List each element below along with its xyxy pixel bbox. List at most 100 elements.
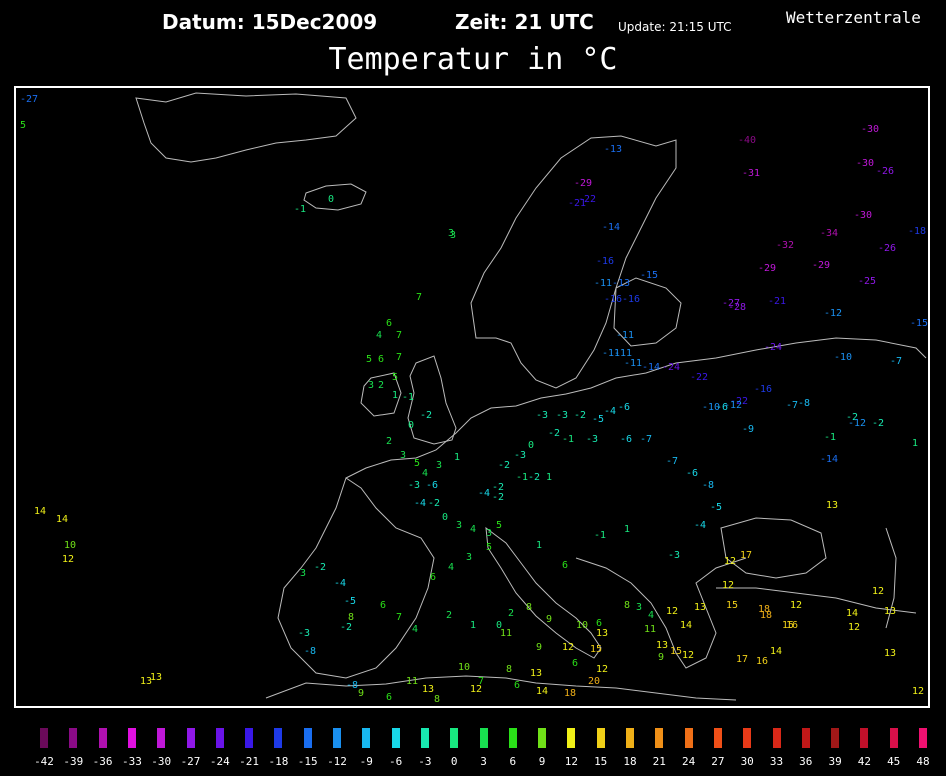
station-temperature: -8 — [304, 646, 316, 657]
station-temperature: 20 — [588, 676, 600, 687]
station-temperature: 4 — [448, 562, 454, 573]
station-temperature: 1 — [454, 452, 460, 463]
station-temperature: 12 — [682, 650, 694, 661]
station-temperature: 10 — [458, 662, 470, 673]
station-temperature: -30 — [856, 158, 874, 169]
legend-tick-label: 15 — [594, 755, 608, 768]
station-temperature: -3 — [668, 550, 680, 561]
legend-tick-label: -9 — [359, 755, 373, 768]
station-temperature: 15 — [590, 644, 602, 655]
station-temperature: -24 — [764, 342, 782, 353]
station-temperature: -6 — [426, 480, 438, 491]
station-temperature: -9 — [742, 424, 754, 435]
station-temperature: -5 — [710, 502, 722, 513]
station-temperature: 3 — [368, 380, 374, 391]
station-temperature: 1 — [536, 540, 542, 551]
station-temperature: 7 — [396, 330, 402, 341]
station-temperature: 5 — [392, 372, 398, 383]
station-temperature: -16 — [604, 294, 622, 305]
station-temperature: 3 — [486, 528, 492, 539]
legend-tick-label: -21 — [239, 755, 260, 768]
station-temperature: -7 — [666, 456, 678, 467]
station-temperature: 10 — [64, 540, 76, 551]
legend-swatch — [450, 728, 459, 748]
legend-tick-label: 9 — [538, 755, 546, 768]
station-temperature: 0 — [528, 440, 534, 451]
station-temperature: -2 — [420, 410, 432, 421]
legend-swatch — [743, 728, 752, 748]
legend-tick-label: 36 — [799, 755, 813, 768]
station-temperature: 12 — [62, 554, 74, 565]
legend-swatch — [655, 728, 664, 748]
station-temperature: -6 — [686, 468, 698, 479]
station-temperature: 5 — [20, 120, 26, 131]
station-temperature: -3 — [298, 628, 310, 639]
station-temperature: 13 — [884, 606, 896, 617]
legend-swatch — [420, 728, 429, 748]
station-temperature: 13 — [884, 648, 896, 659]
station-temperature: -11 — [624, 358, 642, 369]
station-temperature: 9 — [358, 688, 364, 699]
station-temperature: 6 — [430, 572, 436, 583]
station-temperature: -13 — [604, 144, 622, 155]
station-temperature: -3 — [586, 434, 598, 445]
station-temperature: 6 — [386, 318, 392, 329]
station-temperature: 3 — [436, 460, 442, 471]
station-temperature: -1 — [294, 204, 306, 215]
station-temperature: -1 — [402, 392, 414, 403]
station-temperature: -7 — [640, 434, 652, 445]
legend-tick-label: 6 — [509, 755, 517, 768]
legend-tick-label: -27 — [180, 755, 201, 768]
station-temperature: -3 — [556, 410, 568, 421]
station-temperature: 2 — [446, 610, 452, 621]
station-temperature: 5 — [366, 354, 372, 365]
legend-tick-label: 24 — [681, 755, 696, 768]
station-temperature: -2 — [574, 410, 586, 421]
legend-swatch — [919, 728, 927, 748]
legend-tick-label: 33 — [769, 755, 784, 768]
legend-tick-label: -12 — [327, 755, 347, 768]
station-temperature: -8 — [346, 680, 358, 691]
station-temperature: -1 — [824, 432, 836, 443]
legend-tick-label: -42 — [34, 755, 54, 768]
coastline-black-sea — [720, 517, 827, 579]
station-temperature: 12 — [470, 684, 482, 695]
coastline-britain — [407, 355, 457, 445]
station-temperature: -27 — [20, 94, 38, 105]
station-temperature: -16 — [622, 294, 640, 305]
station-temperature: 10 — [576, 620, 588, 631]
station-temperature: -8 — [702, 480, 714, 491]
station-temperature: -4 — [604, 406, 616, 417]
station-temperature: -18 — [908, 226, 926, 237]
legend-swatch — [127, 728, 136, 748]
station-temperature: -13 — [612, 278, 630, 289]
station-temperature: 6 — [562, 560, 568, 571]
legend-tick-label: 12 — [564, 755, 579, 768]
station-temperature: 12 — [790, 600, 802, 611]
station-temperature: 4 — [648, 610, 654, 621]
station-temperature: -2 — [872, 418, 884, 429]
legend-swatch — [274, 728, 283, 748]
station-temperature: 0 — [442, 512, 448, 523]
station-temperature: 6 — [380, 600, 386, 611]
legend-swatch — [98, 728, 107, 748]
station-temperature: -14 — [820, 454, 838, 465]
station-temperature: -12 — [848, 418, 866, 429]
legend-swatch — [508, 728, 517, 748]
station-temperature: 4 — [376, 330, 382, 341]
station-temperature: -3 — [408, 480, 420, 491]
station-temperature: 14 — [34, 506, 46, 517]
station-temperature: -21 — [768, 296, 786, 307]
legend-tick-label: 21 — [652, 755, 666, 768]
station-temperature: 18 — [760, 610, 772, 621]
station-temperature: -2 — [548, 428, 560, 439]
legend-swatch — [333, 728, 341, 748]
station-temperature: 13 — [596, 628, 608, 639]
station-temperature: -7 — [786, 400, 798, 411]
station-temperature: -10 — [834, 352, 852, 363]
station-temperature: -2 — [492, 492, 504, 503]
legend-tick-label: 0 — [450, 755, 458, 768]
station-temperature: 5 — [486, 542, 492, 553]
station-temperature: 12 — [596, 664, 608, 675]
station-temperature: 0 — [328, 194, 334, 205]
